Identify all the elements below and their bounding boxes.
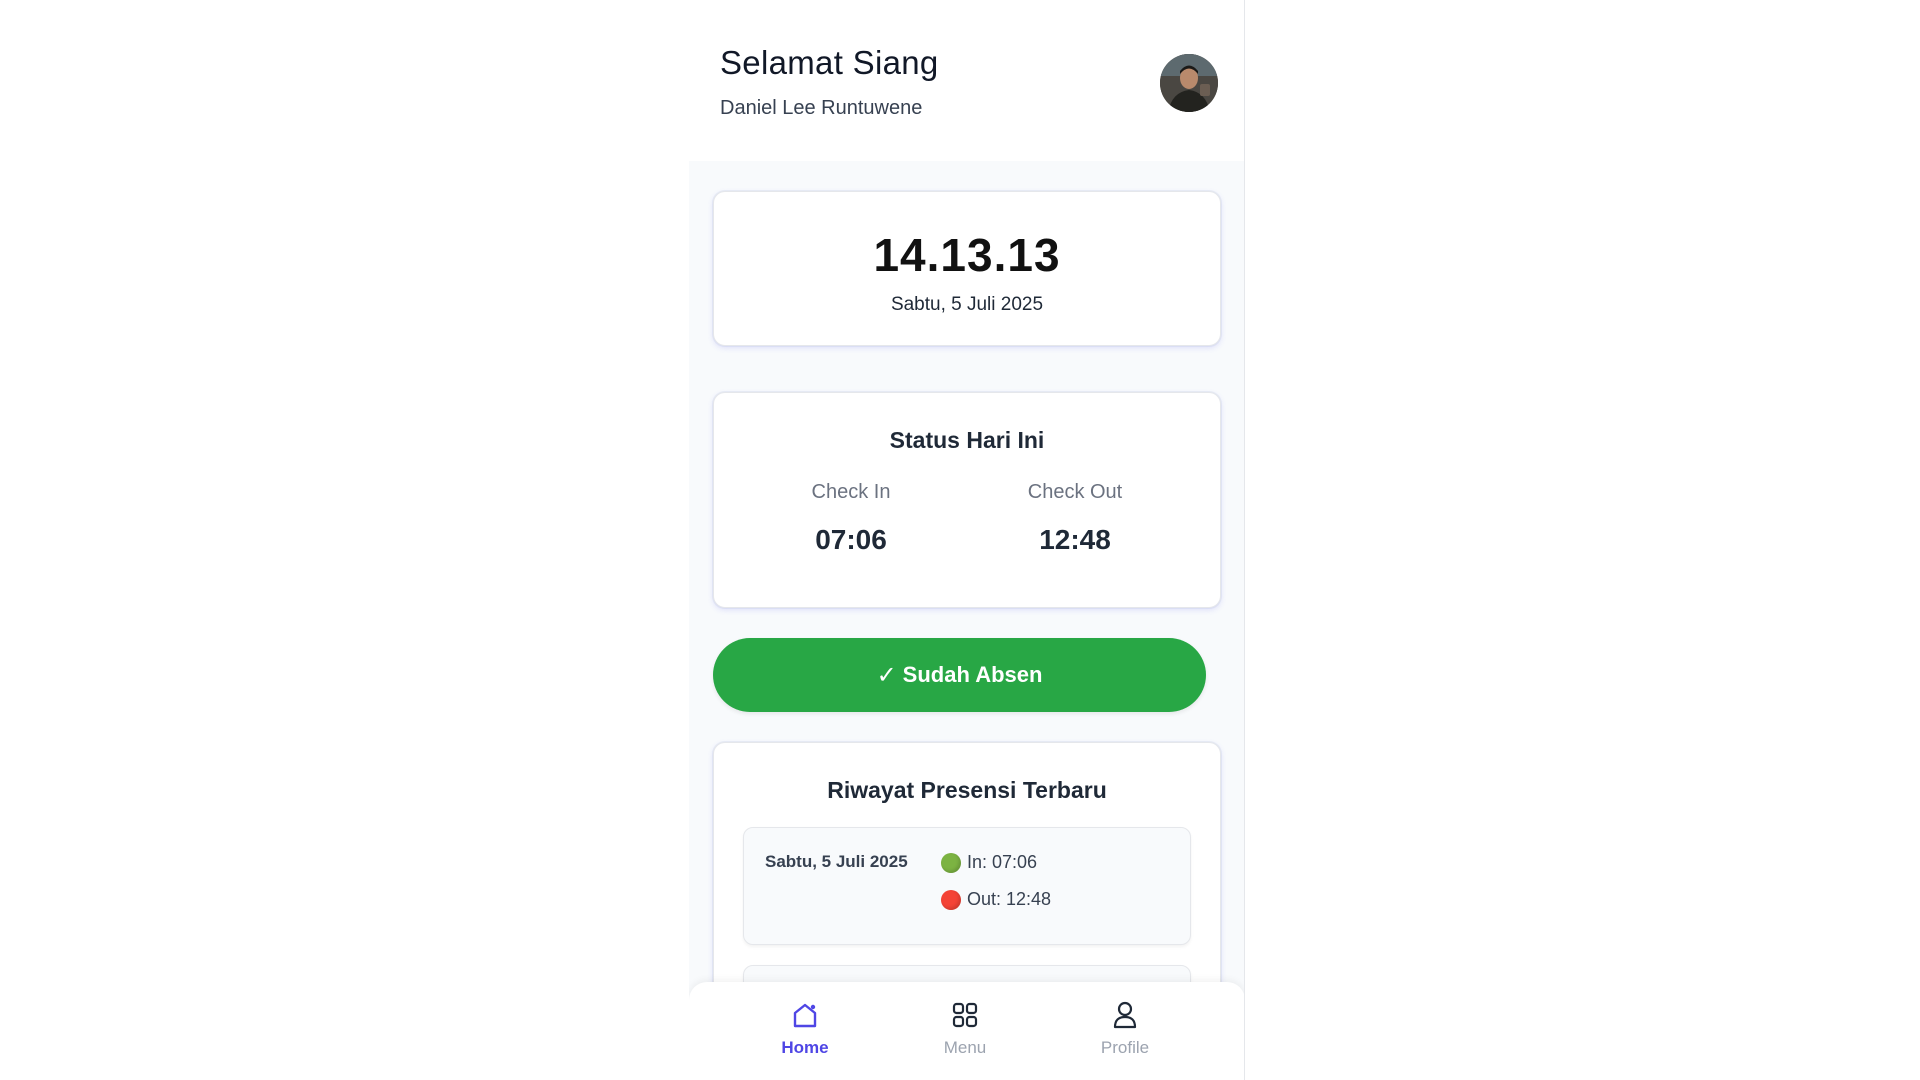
current-date: Sabtu, 5 Juli 2025 bbox=[890, 294, 1044, 315]
status-title: Status Hari Ini bbox=[889, 427, 1045, 453]
grid-icon bbox=[952, 1002, 978, 1028]
sudah-absen-button[interactable]: ✓ Sudah Absen bbox=[713, 638, 1206, 712]
status-card: Status Hari Ini Check In 07:06 Check Out… bbox=[713, 392, 1221, 608]
app-screen: Selamat Siang Daniel Lee Runtuwene 14.13… bbox=[689, 0, 1245, 1080]
bottom-navigation: Home Menu Profile bbox=[689, 982, 1244, 1080]
check-in-column: Check In 07:06 bbox=[751, 481, 951, 556]
history-check-in: In: 07:06 bbox=[941, 852, 1037, 873]
header: Selamat Siang Daniel Lee Runtuwene bbox=[689, 0, 1244, 161]
clock-card: 14.13.13 Sabtu, 5 Juli 2025 bbox=[713, 191, 1221, 346]
red-circle-icon bbox=[941, 889, 961, 910]
history-date: Sabtu, 5 Juli 2025 bbox=[765, 852, 908, 871]
greeting-text: Selamat Siang bbox=[720, 44, 939, 81]
nav-label-profile: Profile bbox=[1100, 1038, 1150, 1057]
nav-item-profile[interactable]: Profile bbox=[1065, 998, 1185, 1058]
sudah-absen-label: Sudah Absen bbox=[902, 662, 1043, 687]
user-icon bbox=[1113, 1001, 1137, 1029]
current-time: 14.13.13 bbox=[873, 229, 1061, 281]
green-circle-icon bbox=[941, 852, 961, 873]
user-name: Daniel Lee Runtuwene bbox=[720, 97, 923, 119]
nav-item-home[interactable]: Home bbox=[745, 998, 865, 1058]
check-in-time: 07:06 bbox=[815, 524, 887, 555]
history-in-text: In: 07:06 bbox=[967, 852, 1038, 872]
avatar[interactable] bbox=[1160, 54, 1218, 112]
nav-item-menu[interactable]: Menu bbox=[905, 998, 1025, 1058]
avatar-photo-icon bbox=[1160, 54, 1218, 112]
nav-label-menu: Menu bbox=[943, 1038, 987, 1057]
check-out-column: Check Out 12:48 bbox=[975, 481, 1175, 556]
history-out-text: Out: 12:48 bbox=[967, 889, 1052, 909]
check-in-label: Check In bbox=[811, 481, 891, 503]
history-item[interactable]: Sabtu, 5 Juli 2025 In: 07:06 Out: 12:48 bbox=[743, 827, 1191, 945]
checkmark-icon: ✓ bbox=[876, 661, 897, 689]
history-check-out: Out: 12:48 bbox=[941, 889, 1051, 910]
nav-label-home: Home bbox=[781, 1038, 829, 1057]
check-out-label: Check Out bbox=[1027, 481, 1123, 503]
history-title: Riwayat Presensi Terbaru bbox=[827, 777, 1107, 803]
check-out-time: 12:48 bbox=[1039, 524, 1111, 555]
home-icon bbox=[793, 1003, 817, 1028]
